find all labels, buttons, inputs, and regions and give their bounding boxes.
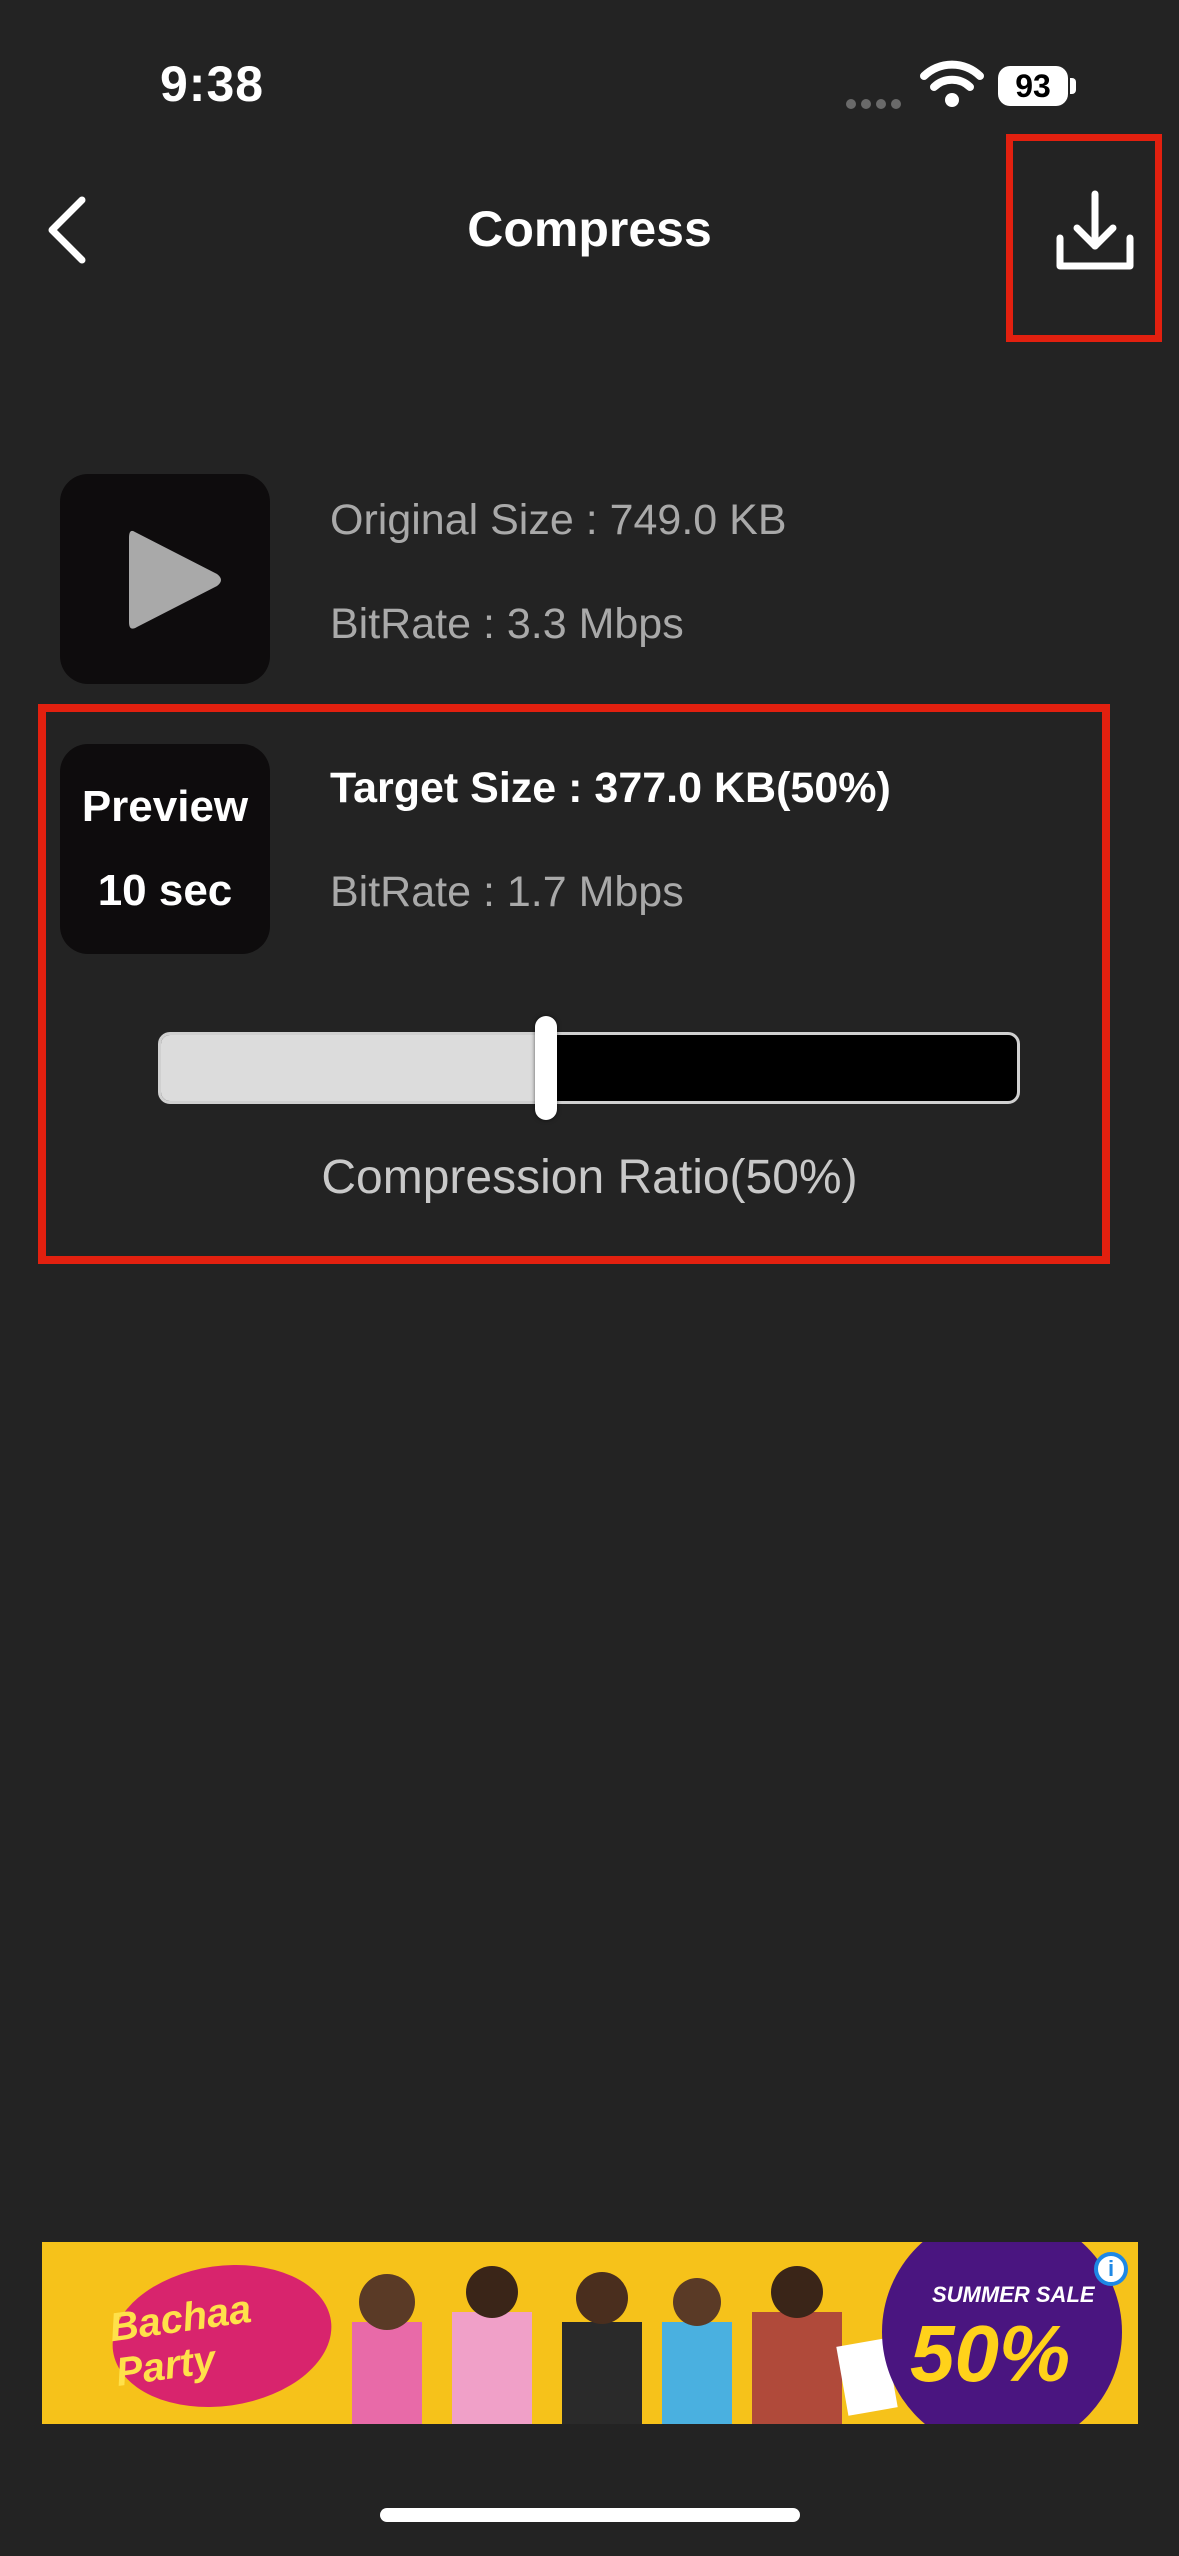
- target-bitrate-label: BitRate : 1.7 Mbps: [330, 868, 684, 916]
- slider-fill: [161, 1035, 547, 1101]
- preview-label: Preview: [81, 782, 249, 831]
- download-icon[interactable]: [1040, 180, 1150, 290]
- compression-ratio-label: Compression Ratio(50%): [321, 1151, 858, 1204]
- ad-sale-headline: SUMMER SALE: [932, 2282, 1095, 2307]
- play-icon: [129, 530, 221, 629]
- target-size-label: Target Size : 377.0 KB(50%): [330, 764, 891, 812]
- compression-slider[interactable]: [158, 1032, 1020, 1104]
- battery-cap: [1070, 78, 1076, 94]
- preview-duration: 10 sec: [97, 866, 233, 915]
- home-indicator: [380, 2508, 800, 2522]
- slider-thumb[interactable]: [534, 1016, 557, 1120]
- ad-sale-value: 50%: [910, 2309, 1071, 2398]
- status-time: 9:38: [160, 56, 265, 112]
- ad-image: [352, 2266, 898, 2424]
- preview-button[interactable]: Preview 10 sec: [60, 744, 270, 954]
- ad-logo: Bachaa Party: [103, 2251, 341, 2421]
- original-size-label: Original Size : 749.0 KB: [330, 496, 787, 544]
- battery-indicator: 93: [998, 66, 1068, 106]
- wifi-icon: [920, 60, 984, 107]
- cellular-signal-icon: [846, 96, 906, 109]
- ad-info-icon[interactable]: i: [1094, 2252, 1128, 2286]
- ad-close-icon[interactable]: ✕: [1136, 2248, 1138, 2293]
- ad-banner[interactable]: Bachaa Party SUMMER SALE 50% i ✕: [42, 2242, 1138, 2424]
- original-bitrate-label: BitRate : 3.3 Mbps: [330, 600, 684, 648]
- page-title: Compress: [467, 201, 712, 257]
